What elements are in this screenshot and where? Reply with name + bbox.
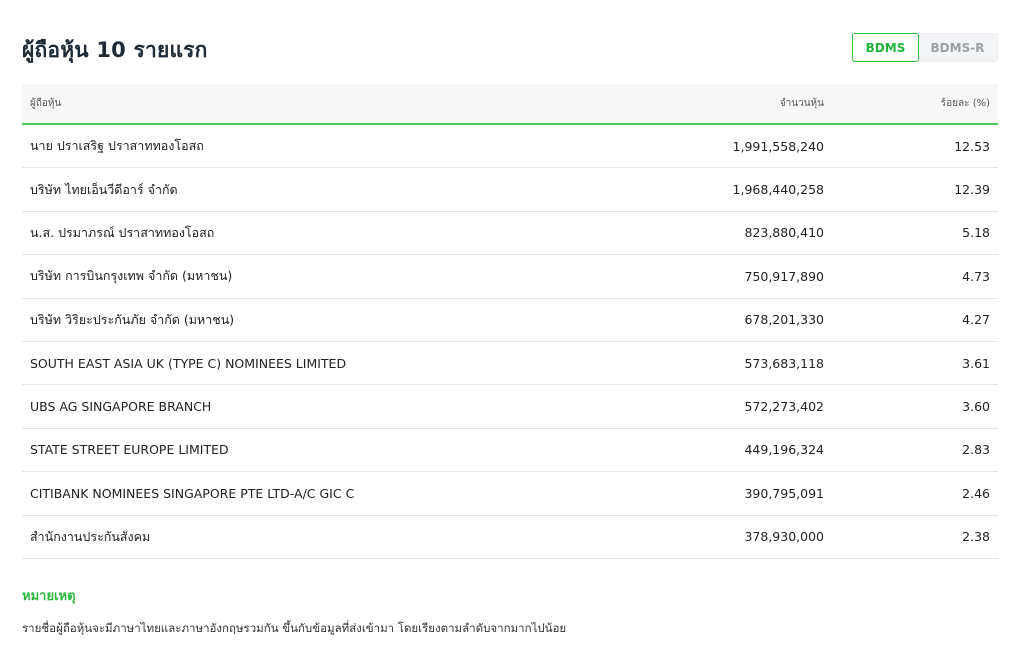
table-row: บริษัท วิริยะประกันภัย จำกัด (มหาชน) 678… [22, 299, 998, 342]
header-shares: จำนวนหุ้น [779, 98, 824, 109]
shareholder-name: UBS AG SINGAPORE BRANCH [30, 399, 212, 415]
shareholder-percent: 12.53 [954, 138, 990, 154]
shareholder-percent: 4.27 [962, 312, 990, 328]
shareholder-shares: 573,683,118 [744, 355, 824, 371]
shareholder-name: CITIBANK NOMINEES SINGAPORE PTE LTD-A/C … [30, 485, 355, 501]
shareholder-shares: 449,196,324 [744, 442, 824, 458]
table-row: บริษัท ไทยเอ็นวีดีอาร์ จำกัด 1,968,440,2… [22, 168, 998, 212]
shareholder-name: STATE STREET EUROPE LIMITED [30, 442, 229, 458]
toggle-bdms-button[interactable]: BDMS [852, 33, 919, 62]
shareholder-name: สำนักงานประกันสังคม [30, 528, 151, 544]
table-row: CITIBANK NOMINEES SINGAPORE PTE LTD-A/C … [22, 472, 998, 516]
shareholder-name: SOUTH EAST ASIA UK (TYPE C) NOMINEES LIM… [30, 355, 347, 371]
shareholder-name: บริษัท วิริยะประกันภัย จำกัด (มหาชน) [30, 311, 235, 327]
shareholder-percent: 5.18 [962, 225, 990, 241]
shareholder-name: บริษัท การบินกรุงเทพ จำกัด (มหาชน) [30, 268, 233, 284]
shareholder-percent: 4.73 [962, 268, 990, 284]
shareholder-shares: 390,795,091 [744, 485, 824, 501]
table-row: SOUTH EAST ASIA UK (TYPE C) NOMINEES LIM… [22, 342, 998, 386]
note-title: หมายเหตุ [22, 588, 76, 604]
note-text: รายชื่อผู้ถือหุ้นจะมีภาษาไทยและภาษาอังกฤ… [22, 620, 567, 635]
shareholder-name: บริษัท ไทยเอ็นวีดีอาร์ จำกัด [30, 181, 178, 197]
toggle-bdms-r-button[interactable]: BDMS-R [918, 33, 998, 62]
security-toggle: BDMS BDMS-R [852, 33, 998, 62]
shareholder-percent: 2.38 [962, 529, 990, 545]
shareholder-percent: 2.83 [962, 442, 990, 458]
table-row: นาย ปราเสริฐ ปราสาททองโอสถ 1,991,558,240… [22, 125, 998, 169]
page-title: ผู้ถือหุ้น 10 รายแรก [22, 38, 208, 62]
shareholder-percent: 3.60 [962, 399, 990, 415]
table-row: บริษัท การบินกรุงเทพ จำกัด (มหาชน) 750,9… [22, 255, 998, 299]
table-header: ผู้ถือหุ้น จำนวนหุ้น ร้อยละ (%) [22, 84, 998, 125]
shareholder-shares: 678,201,330 [744, 312, 824, 328]
shareholder-shares: 823,880,410 [744, 225, 824, 241]
shareholder-percent: 2.46 [962, 485, 990, 501]
shareholders-table: ผู้ถือหุ้น จำนวนหุ้น ร้อยละ (%) นาย ปราเ… [22, 84, 998, 559]
table-row: สำนักงานประกันสังคม 378,930,000 2.38 [22, 516, 998, 559]
shareholders-page: ผู้ถือหุ้น 10 รายแรก BDMS BDMS-R ผู้ถือห… [0, 0, 1024, 649]
shareholder-percent: 3.61 [962, 355, 990, 371]
shareholder-shares: 750,917,890 [744, 268, 824, 284]
table-row: UBS AG SINGAPORE BRANCH 572,273,402 3.60 [22, 385, 998, 429]
shareholder-shares: 1,991,558,240 [732, 138, 824, 154]
shareholder-percent: 12.39 [954, 182, 990, 198]
note-section: หมายเหตุ รายชื่อผู้ถือหุ้นจะมีภาษาไทยและ… [22, 585, 998, 638]
shareholder-name: นาย ปราเสริฐ ปราสาททองโอสถ [30, 138, 204, 154]
header-percent: ร้อยละ (%) [940, 98, 990, 109]
table-row: น.ส. ปรมาภรณ์ ปราสาททองโอสถ 823,880,410 … [22, 212, 998, 256]
table-row: STATE STREET EUROPE LIMITED 449,196,324 … [22, 429, 998, 473]
header-name: ผู้ถือหุ้น [30, 98, 62, 109]
header: ผู้ถือหุ้น 10 รายแรก BDMS BDMS-R [22, 0, 998, 84]
shareholder-shares: 378,930,000 [744, 529, 824, 545]
shareholder-shares: 572,273,402 [744, 399, 824, 415]
shareholder-shares: 1,968,440,258 [732, 182, 824, 198]
shareholder-name: น.ส. ปรมาภรณ์ ปราสาททองโอสถ [30, 224, 215, 240]
